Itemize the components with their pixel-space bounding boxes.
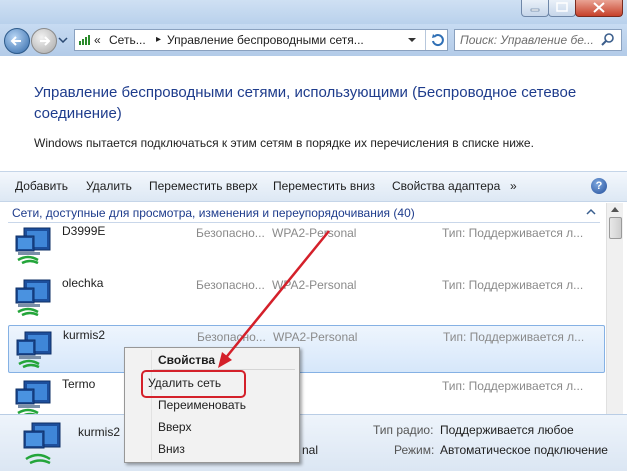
forward-button[interactable] xyxy=(31,28,57,54)
network-encryption: WPA2-Personal xyxy=(273,330,358,344)
network-list-item-selected[interactable]: kurmis2 Безопасно... WPA2-Personal Тип: … xyxy=(8,325,605,373)
network-name: D3999E xyxy=(62,224,106,238)
help-icon[interactable]: ? xyxy=(591,178,607,194)
network-encryption: WPA2-Personal xyxy=(272,226,357,240)
network-security: Безопасно... xyxy=(196,278,265,292)
search-placeholder: Поиск: Управление бе... xyxy=(460,33,594,47)
close-button[interactable] xyxy=(575,0,623,17)
back-arrow-icon xyxy=(10,36,21,46)
move-up-button[interactable]: Переместить вверх xyxy=(149,179,258,193)
breadcrumb-wireless[interactable]: Управление беспроводными сетя... xyxy=(167,33,364,47)
list-scrollbar[interactable] xyxy=(606,203,623,415)
network-type: Тип: Поддерживается л... xyxy=(442,379,584,393)
forward-arrow-icon xyxy=(40,36,51,46)
wireless-network-icon xyxy=(15,279,51,317)
network-folder-icon xyxy=(79,35,90,45)
wireless-network-icon xyxy=(16,331,52,369)
collapse-group-chevron-icon[interactable] xyxy=(586,208,596,215)
network-name: kurmis2 xyxy=(63,328,106,342)
scroll-up-arrow-icon[interactable] xyxy=(611,207,619,212)
wireless-network-large-icon xyxy=(23,422,61,465)
details-mode-label: Режим: xyxy=(394,443,435,457)
network-group-header[interactable]: Сети, доступные для просмотра, изменения… xyxy=(12,206,415,220)
delete-network-highlight-box xyxy=(141,370,246,398)
wireless-network-icon xyxy=(15,227,51,265)
wireless-network-icon xyxy=(15,380,51,418)
details-mode-value: Автоматическое подключение xyxy=(440,443,608,457)
network-name: Termo xyxy=(62,377,96,391)
network-type: Тип: Поддерживается л... xyxy=(443,330,585,344)
refresh-icon[interactable] xyxy=(429,32,445,48)
menu-item-rename[interactable]: Переименовать xyxy=(158,398,246,412)
page-description: Windows пытается подключаться к этим сет… xyxy=(34,136,534,150)
menu-item-down[interactable]: Вниз xyxy=(158,442,185,456)
search-icon[interactable] xyxy=(601,33,615,47)
breadcrumb-network[interactable]: Сеть... xyxy=(109,33,146,47)
details-pane: kurmis2 nal Тип радио: Поддерживается лю… xyxy=(0,414,627,471)
maximize-button[interactable] xyxy=(548,0,576,17)
command-toolbar: Добавить Удалить Переместить вверх Перем… xyxy=(0,171,627,202)
recent-pages-chevron-icon[interactable] xyxy=(58,37,68,43)
more-commands-button[interactable]: » xyxy=(510,179,517,193)
page-title: Управление беспроводными сетями, использ… xyxy=(34,84,577,122)
scroll-thumb[interactable] xyxy=(609,217,622,239)
menu-item-properties[interactable]: Свойства xyxy=(158,353,215,367)
search-field[interactable]: Поиск: Управление бе... xyxy=(454,29,622,51)
details-encryption-partial: nal xyxy=(302,443,319,457)
details-radio-value: Поддерживается любое xyxy=(440,423,574,437)
network-type: Тип: Поддерживается л... xyxy=(442,278,584,292)
breadcrumb-prefix[interactable]: « xyxy=(94,33,101,47)
breadcrumb-separator[interactable]: ▸ xyxy=(156,34,161,45)
back-button[interactable] xyxy=(4,28,30,54)
network-security: Безопасно... xyxy=(197,330,266,344)
move-down-button[interactable]: Переместить вниз xyxy=(273,179,375,193)
network-security: Безопасно... xyxy=(196,226,265,240)
network-encryption: WPA2-Personal xyxy=(272,278,357,292)
adapter-properties-button[interactable]: Свойства адаптера xyxy=(392,179,500,193)
add-button[interactable]: Добавить xyxy=(15,179,68,193)
remove-button[interactable]: Удалить xyxy=(86,179,132,193)
network-list-item[interactable]: D3999E Безопасно... WPA2-Personal Тип: П… xyxy=(8,222,603,268)
network-name: olechka xyxy=(62,276,104,290)
network-type: Тип: Поддерживается л... xyxy=(442,226,584,240)
menu-item-up[interactable]: Вверх xyxy=(158,420,191,434)
details-network-name: kurmis2 xyxy=(78,425,121,439)
network-list-item[interactable]: olechka Безопасно... WPA2-Personal Тип: … xyxy=(8,274,603,320)
minimize-button[interactable] xyxy=(521,0,549,17)
context-menu: Свойства Удалить сеть Переименовать Ввер… xyxy=(124,347,300,463)
details-radio-label: Тип радио: xyxy=(373,423,434,437)
address-dropdown-icon[interactable] xyxy=(407,37,417,43)
window-title-bar xyxy=(0,0,627,24)
address-bar[interactable]: « Сеть... ▸ Управление беспроводными сет… xyxy=(74,29,448,51)
